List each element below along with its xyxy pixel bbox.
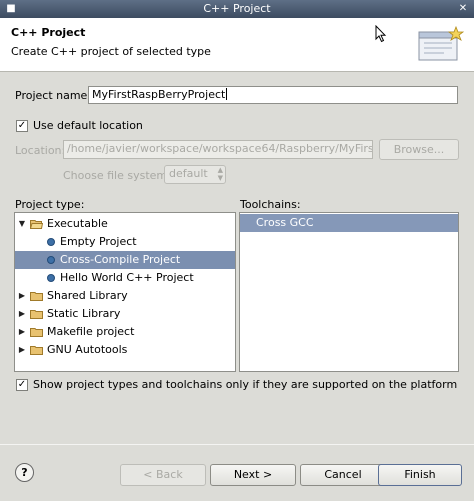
button-bar-separator xyxy=(0,444,474,445)
window-menu-icon[interactable]: ■ xyxy=(4,2,18,16)
project-template-icon xyxy=(47,274,55,282)
tree-item-gnu-autotools[interactable]: ▶ GNU Autotools xyxy=(15,341,235,359)
show-supported-only-checkbox[interactable]: ✓ xyxy=(16,379,28,391)
location-input[interactable]: /home/javier/workspace/workspace64/Raspb… xyxy=(63,140,373,159)
wizard-description: Create C++ project of selected type xyxy=(11,45,211,58)
tree-item-label: Executable xyxy=(47,217,108,230)
finish-button[interactable]: Finish xyxy=(378,464,462,486)
back-button[interactable]: < Back xyxy=(120,464,206,486)
file-system-select[interactable]: default ▲ ▼ xyxy=(164,165,226,184)
tree-item-label: Empty Project xyxy=(60,235,137,248)
tree-item-label: Static Library xyxy=(47,307,121,320)
select-arrows-icon: ▲ ▼ xyxy=(217,166,223,182)
project-template-icon xyxy=(47,238,55,246)
location-label: Location: xyxy=(15,144,66,157)
tree-item-cross-compile-project[interactable]: Cross-Compile Project xyxy=(15,251,235,269)
folder-icon xyxy=(30,292,43,301)
project-name-input[interactable]: MyFirstRaspBerryProject xyxy=(88,86,458,104)
next-button[interactable]: Next > xyxy=(210,464,296,486)
location-value: /home/javier/workspace/workspace64/Raspb… xyxy=(67,142,373,155)
tree-item-executable[interactable]: ▼ Executable xyxy=(15,215,235,233)
use-default-location-label: Use default location xyxy=(33,119,143,132)
toolchains-label: Toolchains: xyxy=(240,198,301,211)
wizard-title: C++ Project xyxy=(11,26,86,39)
collapsed-arrow-icon[interactable]: ▶ xyxy=(17,287,27,305)
tree-item-label: GNU Autotools xyxy=(47,343,128,356)
tree-item-label: Makefile project xyxy=(47,325,135,338)
open-folder-icon xyxy=(30,220,43,229)
wizard-header: C++ Project Create C++ project of select… xyxy=(0,18,474,72)
browse-button[interactable]: Browse... xyxy=(379,139,459,160)
project-name-label: Project name: xyxy=(15,89,92,102)
folder-icon xyxy=(30,346,43,355)
use-default-location-checkbox[interactable]: ✓ xyxy=(16,120,28,132)
show-supported-only-label: Show project types and toolchains only i… xyxy=(33,378,458,391)
new-project-wizard-icon xyxy=(418,25,464,61)
tree-item-hello-world-project[interactable]: Hello World C++ Project xyxy=(15,269,235,287)
file-system-value: default xyxy=(169,167,208,180)
project-type-tree[interactable]: ▼ Executable Empty Project Cross-Compile… xyxy=(14,212,236,372)
tree-item-empty-project[interactable]: Empty Project xyxy=(15,233,235,251)
window-title: C++ Project xyxy=(203,2,271,15)
file-system-label: Choose file system: xyxy=(63,169,171,182)
tree-item-label: Cross-Compile Project xyxy=(60,253,181,266)
folder-icon xyxy=(30,310,43,319)
collapsed-arrow-icon[interactable]: ▶ xyxy=(17,341,27,359)
tree-item-shared-library[interactable]: ▶ Shared Library xyxy=(15,287,235,305)
window-titlebar[interactable]: ■ C++ Project ✕ xyxy=(0,0,474,18)
mouse-pointer-icon xyxy=(375,25,387,43)
project-type-label: Project type: xyxy=(15,198,85,211)
project-template-icon xyxy=(47,256,55,264)
project-name-value: MyFirstRaspBerryProject xyxy=(92,88,226,101)
close-window-icon[interactable]: ✕ xyxy=(456,2,470,16)
collapsed-arrow-icon[interactable]: ▶ xyxy=(17,305,27,323)
folder-icon xyxy=(30,328,43,337)
tree-item-label: Hello World C++ Project xyxy=(60,271,194,284)
text-caret xyxy=(226,88,228,100)
tree-item-static-library[interactable]: ▶ Static Library xyxy=(15,305,235,323)
tree-item-makefile-project[interactable]: ▶ Makefile project xyxy=(15,323,235,341)
tree-item-label: Shared Library xyxy=(47,289,128,302)
expanded-arrow-icon[interactable]: ▼ xyxy=(17,215,27,233)
collapsed-arrow-icon[interactable]: ▶ xyxy=(17,323,27,341)
cancel-button[interactable]: Cancel xyxy=(300,464,386,486)
toolchains-list[interactable]: Cross GCC xyxy=(239,212,459,372)
toolchain-item-cross-gcc[interactable]: Cross GCC xyxy=(240,214,458,232)
help-button[interactable]: ? xyxy=(15,463,34,482)
